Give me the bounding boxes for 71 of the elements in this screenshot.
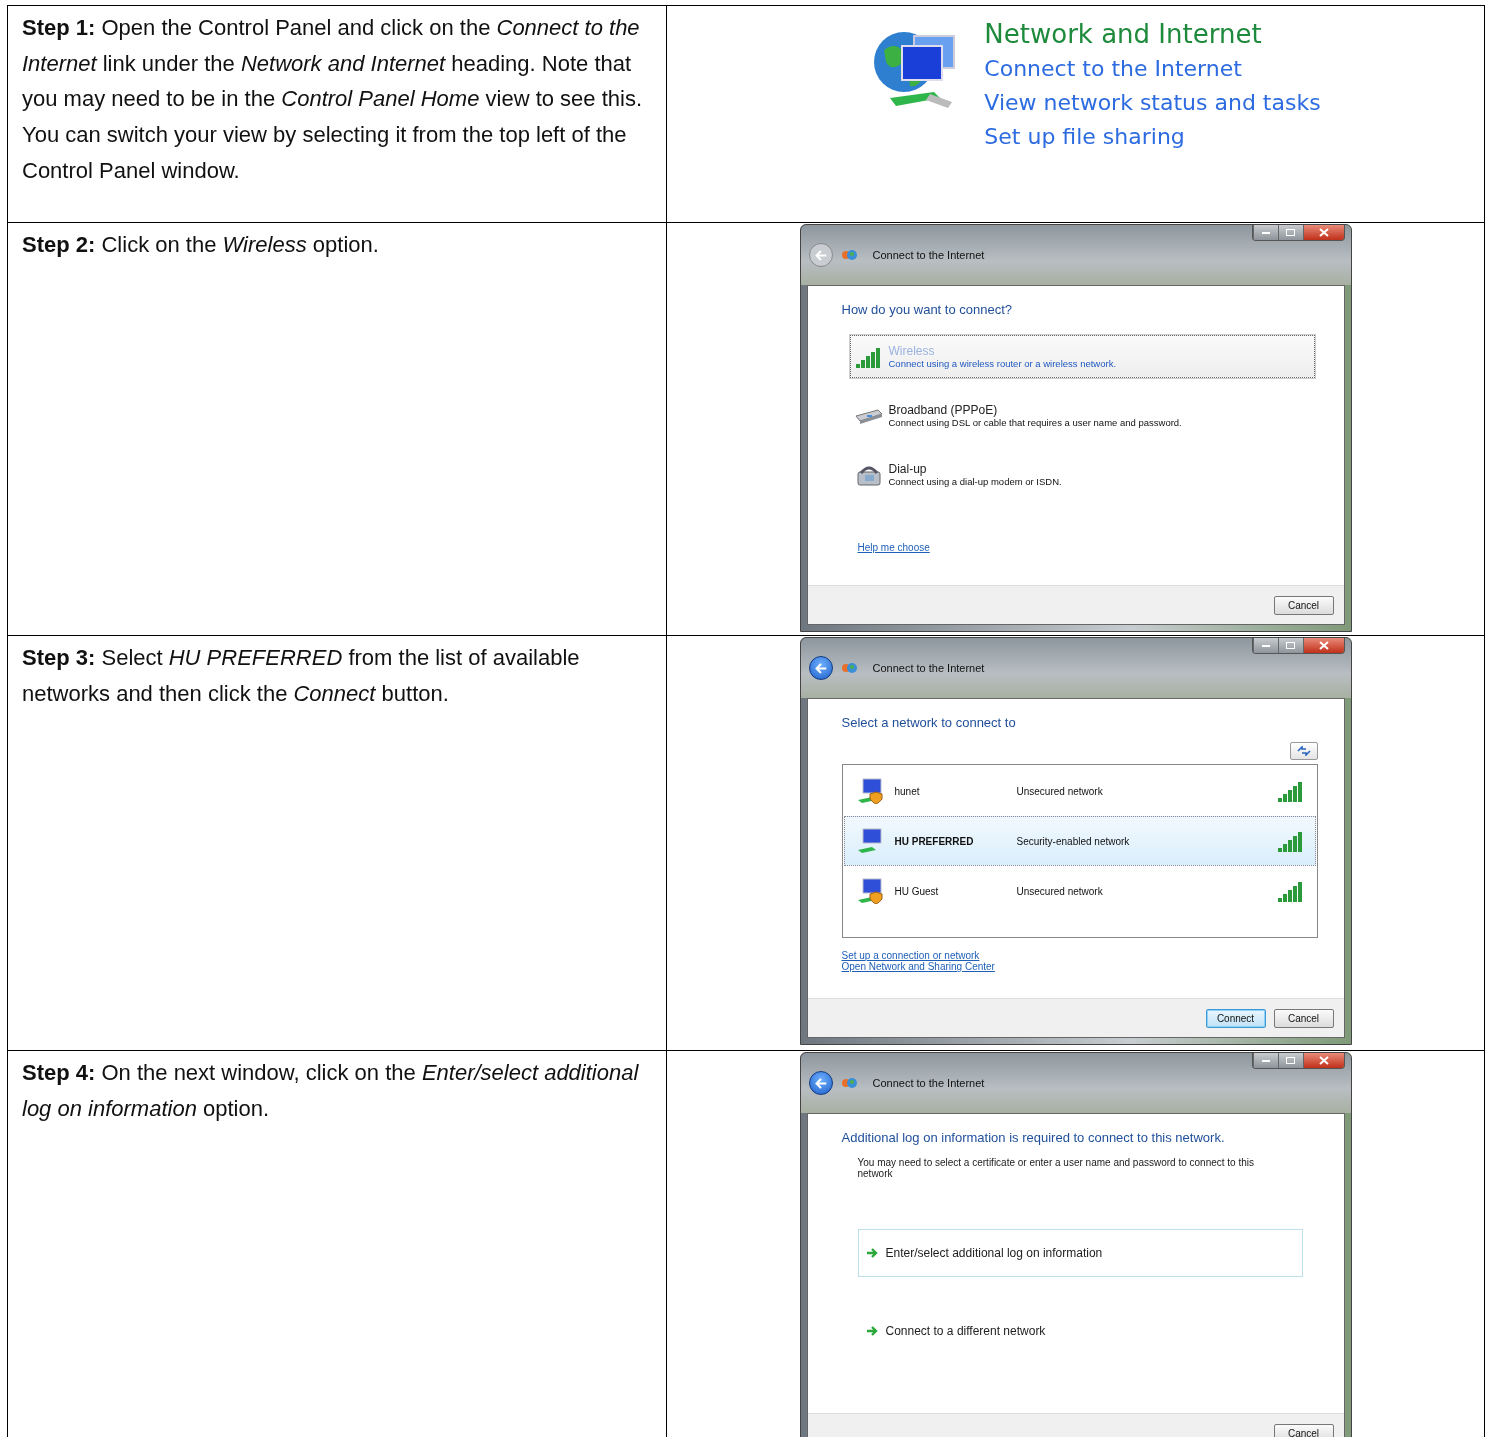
signal-bars-icon: [1276, 880, 1303, 902]
arrow-icon: [866, 1326, 878, 1336]
maximize-button[interactable]: [1277, 225, 1303, 240]
link[interactable]: Set up a connection or network: [841, 950, 980, 961]
security-status: Unsecured network: [1016, 785, 1104, 797]
signal-bars-icon: [1276, 780, 1303, 802]
step-instruction: Step 3: Select HU PREFERRED from the list of available networks and then click the Connect button.: [22, 644, 581, 708]
back-button[interactable]: [808, 656, 833, 680]
close-icon: [1318, 641, 1329, 650]
network-icon: [840, 1077, 857, 1089]
close-icon: [1318, 228, 1329, 237]
dialog-button[interactable]: Cancel: [1273, 1008, 1334, 1028]
option-title: Dial-up: [888, 462, 928, 476]
network-row[interactable]: hunet Unsecured network: [843, 766, 1316, 816]
close-icon: [1318, 1056, 1329, 1065]
close-button[interactable]: [1302, 225, 1344, 240]
network-name: hunet: [894, 785, 921, 797]
category-link[interactable]: View network status and tasks: [984, 86, 1321, 120]
option-description: Connect using a dial-up modem or ISDN.: [888, 476, 1062, 487]
network-row[interactable]: HU PREFERRED Security-enabled network: [843, 816, 1316, 866]
signal-bars-icon: [1276, 830, 1303, 852]
network-name: HU Guest: [894, 885, 940, 897]
close-button[interactable]: [1302, 638, 1344, 653]
step-instruction: Step 1: Open the Control Panel and click on the Connect to the Internet link under the Network and Internet heading. Note that you may need to be in the Control Panel Home view to see this. You can switch your view by selecting it from the top left of the Control Panel window.: [22, 14, 644, 185]
minimize-button[interactable]: [1252, 638, 1278, 653]
option-title: Broadband (PPPoE): [888, 403, 999, 417]
command-link[interactable]: Enter/select additional log on information: [857, 1229, 1303, 1277]
description-text: You may need to select a certificate or enter a user name and password to connect to this network: [857, 1157, 1256, 1179]
network-icon: [840, 249, 857, 261]
window-title: Connect to the Internet: [872, 662, 985, 674]
signal-bars-icon: [854, 345, 883, 368]
arrow-icon: [866, 1248, 878, 1258]
back-button[interactable]: [808, 1071, 833, 1095]
command-link[interactable]: Connect to a different network: [857, 1307, 1303, 1355]
refresh-button[interactable]: [1289, 742, 1318, 760]
connection-option[interactable]: Dial-up Connect using a dial-up modem or ISDN.: [849, 453, 1315, 496]
back-arrow-icon: [814, 249, 827, 261]
network-icon: [840, 662, 857, 674]
option-description: Connect using a wireless router or a wireless network.: [888, 358, 1117, 369]
category-heading[interactable]: Network and Internet: [984, 16, 1321, 52]
link[interactable]: Open Network and Sharing Center: [841, 961, 995, 972]
network-row[interactable]: HU Guest Unsecured network: [843, 866, 1316, 916]
maximize-button[interactable]: [1277, 1053, 1303, 1068]
dialog-button[interactable]: Connect: [1205, 1008, 1266, 1028]
dialog-button[interactable]: Cancel: [1273, 595, 1334, 615]
minimize-button[interactable]: [1252, 1053, 1278, 1068]
dialog-button[interactable]: Cancel: [1273, 1423, 1334, 1437]
wizard-heading: How do you want to connect?: [841, 302, 1014, 317]
modem-icon: [854, 407, 883, 424]
security-status: Security-enabled network: [1016, 835, 1131, 847]
option-description: Connect using DSL or cable that requires a user name and password.: [888, 417, 1182, 428]
security-status: Unsecured network: [1016, 885, 1104, 897]
close-button[interactable]: [1302, 1053, 1344, 1068]
connection-option[interactable]: Broadband (PPPoE) Connect using DSL or cable that requires a user name and password.: [849, 394, 1315, 437]
back-arrow-icon: [814, 1077, 827, 1089]
connection-option[interactable]: Wireless Connect using a wireless router or a wireless network.: [849, 335, 1315, 378]
maximize-button[interactable]: [1277, 638, 1303, 653]
step-instruction: Step 2: Click on the Wireless option.: [22, 231, 380, 259]
refresh-icon: [1296, 746, 1311, 756]
network-name: HU PREFERRED: [894, 835, 975, 847]
back-arrow-icon: [814, 662, 827, 674]
step-instruction: Step 4: On the next window, click on the Enter/select additional log on information option.: [22, 1059, 640, 1123]
category-link[interactable]: Set up file sharing: [984, 120, 1321, 154]
window-title: Connect to the Internet: [872, 249, 985, 261]
wizard-heading: Select a network to connect to: [841, 715, 1017, 730]
option-title: Wireless: [888, 344, 936, 358]
link[interactable]: Help me choose: [857, 542, 930, 553]
window-title: Connect to the Internet: [872, 1077, 985, 1089]
wizard-heading: Additional log on information is required to connect to this network.: [841, 1130, 1226, 1145]
category-link[interactable]: Connect to the Internet: [984, 52, 1321, 86]
minimize-button[interactable]: [1252, 225, 1278, 240]
